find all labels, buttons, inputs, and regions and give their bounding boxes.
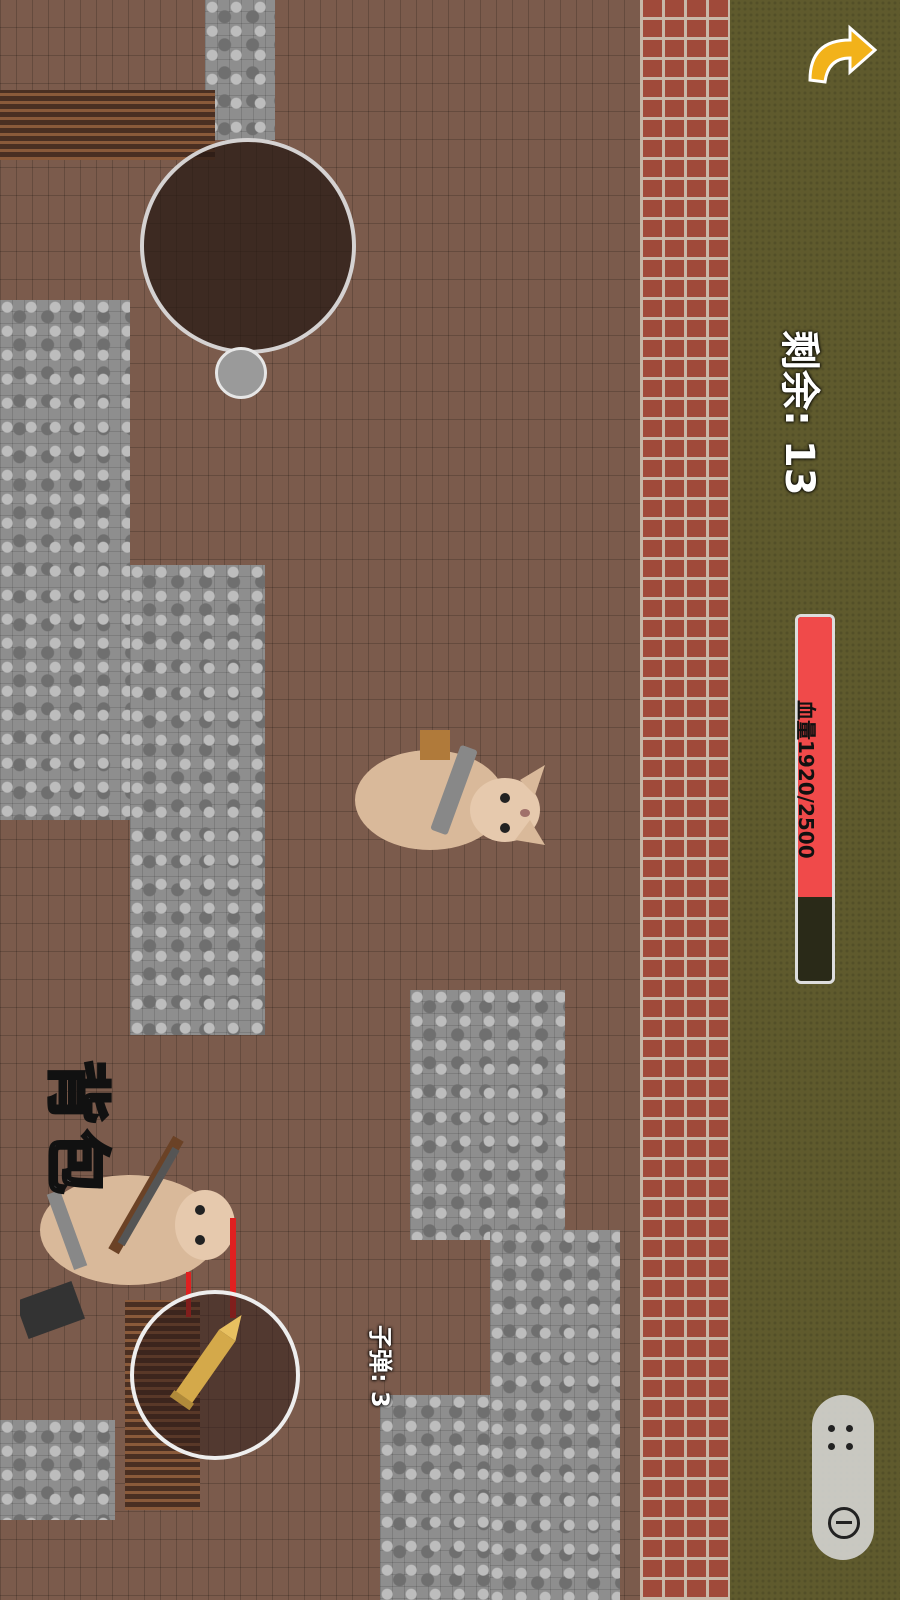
wooden-rails (0, 90, 215, 160)
brick-wall (640, 0, 730, 1600)
player-cat (355, 730, 545, 850)
more-dots-icon[interactable] (828, 1425, 858, 1455)
stone-block (490, 1230, 620, 1600)
ammo-count-label: 子弹: 3 (366, 1325, 394, 1408)
stone-block (0, 1420, 115, 1520)
joystick-knob[interactable] (215, 347, 267, 399)
backpack-button[interactable]: 背包 (36, 1059, 128, 1202)
stone-block (0, 300, 130, 820)
movement-joystick[interactable] (140, 138, 356, 354)
stone-block (410, 990, 565, 1240)
stone-block (205, 0, 275, 140)
stone-block (130, 565, 265, 1035)
mini-program-capsule (812, 1395, 874, 1560)
hp-label: 血量1920/2500 (794, 700, 818, 859)
back-arrow-icon[interactable] (800, 20, 880, 100)
stone-block (380, 1395, 490, 1600)
close-circle-icon[interactable] (828, 1507, 860, 1539)
remaining-enemies-label: 剩余: 13 (776, 330, 822, 496)
